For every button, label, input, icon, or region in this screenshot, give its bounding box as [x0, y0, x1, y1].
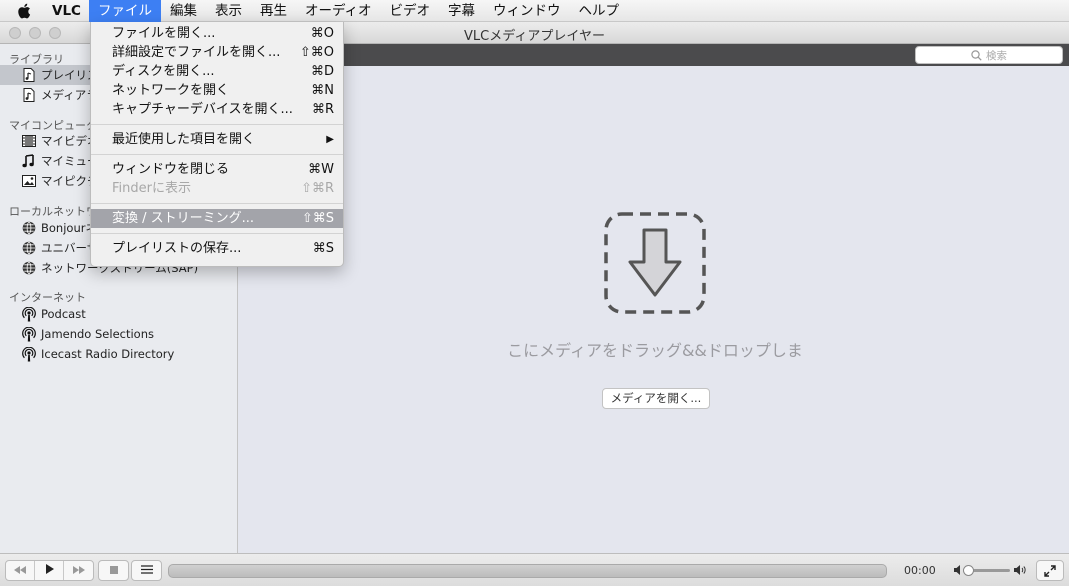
submenu-arrow-icon: ▶ [326, 134, 334, 145]
play-button[interactable] [35, 561, 64, 580]
sidebar-item-label: Icecast Radio Directory [41, 347, 175, 361]
playlist-toggle-control [131, 560, 162, 581]
menu-item-label: ネットワークを開く [112, 83, 230, 98]
menu-item-shortcut: ⌘S [312, 241, 334, 256]
menu-item-shortcut: ⇧⌘S [301, 211, 334, 226]
menu-view[interactable]: 表示 [206, 0, 251, 22]
picture-icon [21, 174, 36, 189]
network-globe-icon [21, 221, 36, 236]
menu-item-label: ウィンドウを閉じる [112, 162, 230, 177]
menu-item-close-window[interactable]: ウィンドウを閉じる ⌘W [91, 160, 343, 179]
rewind-icon [13, 563, 27, 578]
podcast-icon [21, 306, 36, 322]
menu-item-label: ファイルを開く... [112, 26, 216, 41]
menu-item-label: プレイリストの保存... [112, 241, 242, 256]
menu-app-vlc[interactable]: VLC [48, 0, 89, 22]
network-globe-icon [21, 241, 36, 256]
menu-item-advanced-open-file[interactable]: 詳細設定でファイルを開く... ⇧⌘O [91, 43, 343, 62]
menu-item-label: Finderに表示 [112, 181, 191, 196]
menu-file[interactable]: ファイル [88, 0, 161, 22]
search-placeholder: 検索 [986, 49, 1007, 62]
menu-video[interactable]: ビデオ [381, 0, 440, 22]
menu-item-shortcut: ⌘N [311, 83, 334, 98]
rewind-button[interactable] [6, 561, 35, 580]
menu-help[interactable]: ヘルプ [570, 0, 629, 22]
menu-item-save-playlist[interactable]: プレイリストの保存... ⌘S [91, 239, 343, 258]
sidebar-item-label: Podcast [41, 307, 86, 321]
podcast-icon [21, 326, 36, 342]
menu-separator [91, 154, 343, 155]
media-library-file-icon [21, 88, 36, 103]
music-note-icon [21, 154, 36, 169]
apple-menu-icon[interactable] [0, 0, 48, 22]
menu-item-open-disc[interactable]: ディスクを開く... ⌘D [91, 62, 343, 81]
play-icon [45, 563, 54, 578]
drop-hint-text: こにメディアをドラッグ&&ドロップしま [507, 341, 803, 360]
menu-item-shortcut: ⌘O [310, 26, 334, 41]
network-globe-icon [21, 261, 36, 276]
stop-icon [109, 563, 118, 578]
menu-bar: VLC ファイル 編集 表示 再生 オーディオ ビデオ 字幕 ウィンドウ ヘルプ [0, 0, 1069, 22]
menu-separator [91, 233, 343, 234]
fast-forward-icon [72, 563, 86, 578]
sidebar-header-internet: インターネット [9, 291, 86, 304]
playlist-toggle-button[interactable] [132, 561, 161, 580]
transport-controls [5, 560, 94, 581]
menu-audio[interactable]: オーディオ [296, 0, 381, 22]
podcast-icon [21, 346, 36, 362]
menu-item-convert-stream[interactable]: 変換 / ストリーミング... ⇧⌘S [91, 209, 343, 228]
fast-forward-button[interactable] [64, 561, 93, 580]
menu-item-label: 詳細設定でファイルを開く... [112, 45, 281, 60]
sidebar-item-podcast[interactable]: Podcast [0, 304, 237, 324]
open-media-button[interactable]: メディアを開く... [602, 388, 710, 409]
menu-item-shortcut: ⇧⌘R [301, 181, 334, 196]
menu-subtitles[interactable]: 字幕 [439, 0, 484, 22]
playlist-file-icon [21, 68, 36, 83]
menu-playback[interactable]: 再生 [251, 0, 296, 22]
menu-item-label: ディスクを開く... [112, 64, 215, 79]
menu-item-label: 最近使用した項目を開く [112, 132, 256, 147]
menu-edit[interactable]: 編集 [161, 0, 206, 22]
sidebar-item-label: Jamendo Selections [41, 327, 154, 341]
menu-item-open-network[interactable]: ネットワークを開く ⌘N [91, 81, 343, 100]
volume-high-icon [1014, 565, 1026, 575]
menu-item-shortcut: ⇧⌘O [299, 45, 334, 60]
search-input[interactable]: 検索 [915, 46, 1063, 64]
menu-item-shortcut: ⌘W [308, 162, 334, 177]
search-icon [971, 49, 982, 61]
volume-low-icon [954, 565, 962, 575]
menu-window[interactable]: ウィンドウ [484, 0, 570, 22]
stop-button[interactable] [99, 561, 128, 580]
menu-item-open-recent[interactable]: 最近使用した項目を開く ▶ [91, 130, 343, 149]
menu-item-open-file[interactable]: ファイルを開く... ⌘O [91, 24, 343, 43]
menu-item-open-capture-device[interactable]: キャプチャーデバイスを開く... ⌘R [91, 100, 343, 119]
menu-item-shortcut: ⌘D [310, 64, 334, 79]
menu-item-label: キャプチャーデバイスを開く... [112, 102, 293, 117]
film-icon [21, 134, 36, 149]
list-icon [140, 563, 153, 578]
time-display: 00:00 [904, 564, 936, 577]
seek-bar[interactable] [168, 564, 887, 578]
sidebar-item-jamendo[interactable]: Jamendo Selections [0, 324, 237, 344]
menu-item-label: 変換 / ストリーミング... [112, 211, 255, 226]
menu-item-show-in-finder: Finderに表示 ⇧⌘R [91, 179, 343, 198]
drop-arrow-icon [604, 212, 706, 314]
fullscreen-icon [1044, 564, 1056, 577]
fullscreen-button[interactable] [1036, 560, 1064, 581]
sidebar-item-icecast[interactable]: Icecast Radio Directory [0, 344, 237, 364]
file-menu-dropdown: ファイルを開く... ⌘O 詳細設定でファイルを開く... ⇧⌘O ディスクを開… [90, 22, 344, 267]
menu-separator [91, 203, 343, 204]
menu-separator [91, 124, 343, 125]
menu-item-shortcut: ⌘R [311, 102, 334, 117]
volume-slider-knob[interactable] [963, 565, 974, 576]
stop-control [98, 560, 129, 581]
